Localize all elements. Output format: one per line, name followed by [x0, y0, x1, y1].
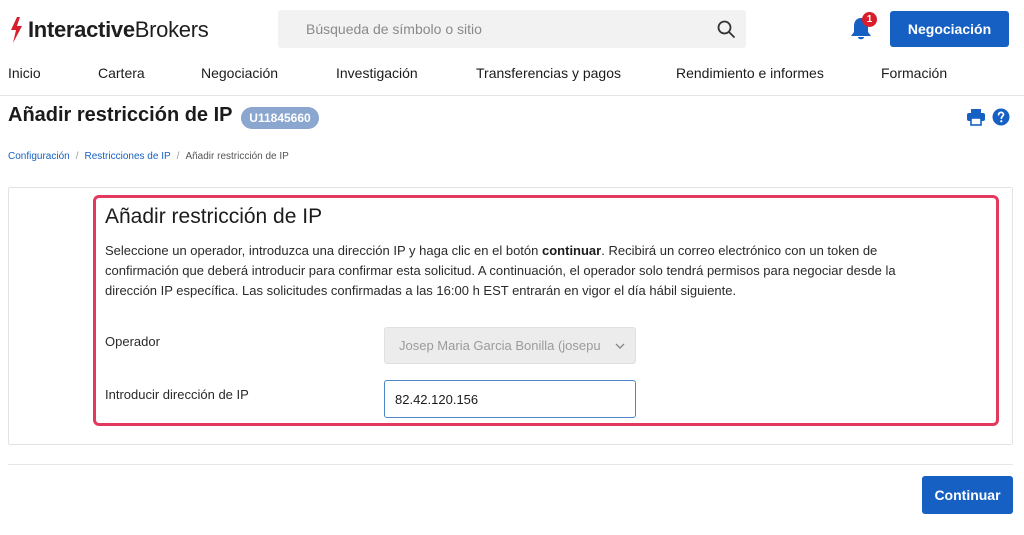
breadcrumb-separator: /	[176, 151, 180, 162]
operator-select-value: Josep Maria Garcia Bonilla (josepu	[399, 338, 601, 353]
desc-part-1: Seleccione un operador, introduzca una d…	[105, 243, 542, 258]
breadcrumb-separator: /	[75, 151, 79, 162]
search-box	[278, 10, 746, 48]
nav-item-formacion[interactable]: Formación	[881, 65, 947, 81]
logo-mark-icon	[11, 17, 22, 43]
form-title: Añadir restricción de IP	[105, 205, 323, 228]
trade-button[interactable]: Negociación	[890, 11, 1009, 47]
desc-bold-continuar: continuar	[542, 243, 602, 258]
ip-address-input[interactable]	[384, 380, 636, 418]
search-icon[interactable]	[716, 19, 736, 39]
logo-text-regular: Brokers	[134, 17, 209, 42]
account-badge: U11845660	[241, 107, 319, 129]
breadcrumb-configuracion[interactable]: Configuración	[8, 151, 70, 162]
nav-item-rendimiento[interactable]: Rendimiento e informes	[676, 65, 824, 81]
nav-item-transferencias[interactable]: Transferencias y pagos	[476, 65, 621, 81]
footer-divider	[8, 464, 1013, 465]
form-description: Seleccione un operador, introduzca una d…	[105, 241, 945, 301]
brand-logo[interactable]: InteractiveBrokers	[8, 14, 209, 46]
page-title: Añadir restricción de IP	[8, 104, 233, 126]
printer-icon[interactable]	[966, 108, 986, 126]
operator-label: Operador	[105, 334, 160, 349]
search-input[interactable]	[278, 10, 698, 48]
chevron-down-icon	[615, 343, 625, 349]
continue-button[interactable]: Continuar	[922, 476, 1013, 514]
help-icon[interactable]	[992, 108, 1010, 126]
nav-item-investigacion[interactable]: Investigación	[336, 65, 418, 81]
top-bar: InteractiveBrokers 1 Negociación	[0, 0, 1024, 58]
operator-select[interactable]: Josep Maria Garcia Bonilla (josepu	[384, 327, 636, 364]
notification-badge: 1	[862, 12, 877, 27]
nav-item-inicio[interactable]: Inicio	[8, 65, 41, 81]
breadcrumb-restricciones[interactable]: Restricciones de IP	[85, 151, 171, 162]
nav-item-cartera[interactable]: Cartera	[98, 65, 145, 81]
breadcrumb: Configuración / Restricciones de IP / Añadir…	[8, 151, 289, 162]
ip-label: Introducir dirección de IP	[105, 387, 249, 402]
logo-text-bold: Interactive	[28, 17, 135, 42]
main-nav: Inicio Cartera Negociación Investigación…	[0, 58, 1024, 96]
breadcrumb-current: Añadir restricción de IP	[185, 151, 289, 162]
nav-item-negociacion[interactable]: Negociación	[201, 65, 278, 81]
